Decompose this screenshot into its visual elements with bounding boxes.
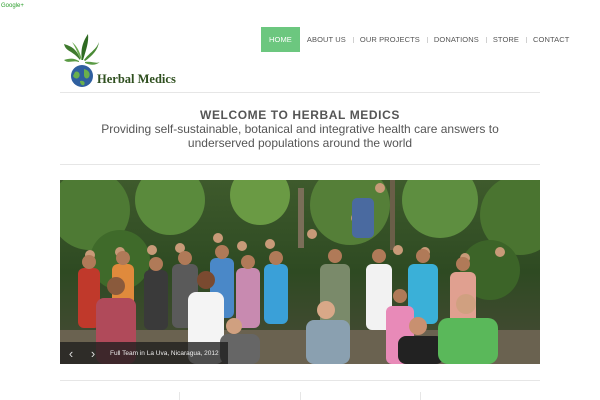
nav-item-about-us[interactable]: ABOUT US xyxy=(300,27,353,52)
chevron-right-icon[interactable]: › xyxy=(82,342,104,364)
slider-caption: Full Team in La Uva, Nicaragua, 2012 xyxy=(110,349,219,357)
herbal-leaf-globe-icon xyxy=(64,34,100,87)
google-plus-link[interactable]: Google+ xyxy=(1,3,24,9)
content-divider xyxy=(60,380,540,381)
hero-divider xyxy=(60,164,540,165)
image-slider[interactable]: ‹ › Full Team in La Uva, Nicaragua, 2012 xyxy=(60,180,540,364)
site-logo[interactable]: Herbal Medics xyxy=(62,30,182,90)
nav-item-our-projects[interactable]: OUR PROJECTS xyxy=(352,27,427,52)
team-group-photo xyxy=(60,180,540,364)
feature-column xyxy=(419,392,540,400)
nav-item-home[interactable]: HOME xyxy=(261,27,300,52)
main-nav: HOME ABOUT US OUR PROJECTS DONATIONS STO… xyxy=(261,27,576,52)
site-name: Herbal Medics xyxy=(97,72,176,86)
welcome-heading: WELCOME TO HERBAL MEDICS xyxy=(200,108,400,122)
feature-column xyxy=(299,392,420,400)
feature-columns xyxy=(60,392,540,400)
chevron-left-icon[interactable]: ‹ xyxy=(60,342,82,364)
hero-tagline: Providing self-sustainable, botanical an… xyxy=(101,122,499,150)
nav-item-donations[interactable]: DONATIONS xyxy=(426,27,486,52)
feature-column xyxy=(60,392,179,400)
nav-item-contact[interactable]: CONTACT xyxy=(526,27,576,52)
header-divider xyxy=(60,92,540,93)
slider-caption-bar: ‹ › Full Team in La Uva, Nicaragua, 2012 xyxy=(60,342,228,364)
feature-column xyxy=(179,392,299,400)
nav-item-store[interactable]: STORE xyxy=(485,27,526,52)
